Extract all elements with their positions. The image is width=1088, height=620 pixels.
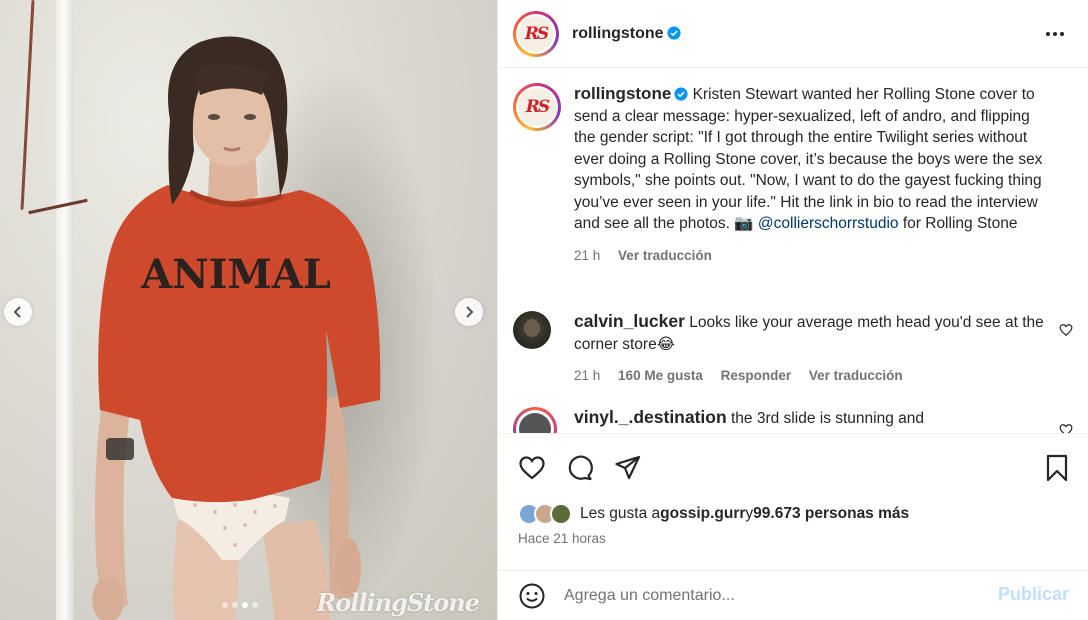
save-bookmark-icon[interactable] bbox=[1045, 454, 1069, 482]
comment-meta: 21 h 160 Me gusta Responder Ver traducci… bbox=[574, 365, 1044, 387]
verified-badge-icon bbox=[667, 25, 681, 40]
likes-count-link[interactable]: 99.673 personas más bbox=[753, 505, 909, 523]
caption-time[interactable]: 21 h bbox=[574, 248, 600, 263]
comment-translate-link[interactable]: Ver traducción bbox=[809, 368, 903, 383]
comment-username[interactable]: vinyl._.destination bbox=[574, 407, 727, 427]
like-heart-icon[interactable] bbox=[518, 454, 546, 482]
emoji-smiley-icon[interactable] bbox=[518, 582, 546, 610]
likes-connector: y bbox=[745, 505, 754, 522]
commenter-avatar[interactable] bbox=[513, 407, 557, 433]
publish-comment-button[interactable]: Publicar bbox=[998, 584, 1069, 605]
carousel-dot-active bbox=[242, 602, 248, 608]
photo-figure: ANIMAL bbox=[92, 36, 381, 620]
likes-prefix: Les gusta a bbox=[580, 505, 661, 522]
chevron-right-icon bbox=[466, 306, 474, 318]
comment-item: calvin_lucker Looks like your average me… bbox=[513, 311, 1044, 387]
rs-logo-icon: RS bbox=[518, 15, 554, 52]
caption-avatar[interactable]: RS bbox=[513, 83, 561, 131]
action-buttons bbox=[518, 454, 642, 482]
liker-avatar bbox=[550, 503, 572, 525]
post-timestamp[interactable]: Hace 21 horas bbox=[518, 531, 606, 546]
verified-badge-icon bbox=[674, 87, 688, 101]
comment-like-heart-icon[interactable] bbox=[1059, 423, 1073, 433]
shirt-print: ANIMAL bbox=[140, 251, 331, 298]
share-paper-plane-icon[interactable] bbox=[614, 454, 642, 482]
likes-first-user[interactable]: gossip.gurr bbox=[660, 505, 745, 523]
likes-summary: Les gusta a gossip.gurr y 99.673 persona… bbox=[518, 503, 909, 525]
comment-body: vinyl._.destination the 3rd slide is stu… bbox=[574, 407, 1044, 433]
post-caption: RS rollingstone Kristen Stewart wanted h… bbox=[513, 83, 1054, 266]
add-comment-bar: Publicar bbox=[498, 570, 1088, 620]
rs-logo-icon: RS bbox=[518, 88, 556, 126]
carousel-next-button[interactable] bbox=[455, 298, 483, 326]
rolling-stone-watermark: RollingStone bbox=[316, 588, 480, 617]
comment-username[interactable]: calvin_lucker bbox=[574, 311, 685, 331]
post-sidebar: RS rollingstone RS rollingstone Kristen … bbox=[497, 0, 1088, 620]
more-options-button[interactable] bbox=[1043, 22, 1067, 46]
chevron-left-icon bbox=[13, 306, 21, 318]
comment-reply-button[interactable]: Responder bbox=[721, 368, 792, 383]
account-avatar[interactable]: RS bbox=[513, 10, 559, 57]
caption-mention-link[interactable]: @collierschorrstudio bbox=[758, 215, 899, 232]
comment-text: the 3rd slide is stunning and bbox=[731, 410, 925, 427]
comment-time[interactable]: 21 h bbox=[574, 368, 600, 383]
comment-item: vinyl._.destination the 3rd slide is stu… bbox=[513, 407, 1044, 433]
post-header: RS rollingstone bbox=[498, 0, 1088, 68]
post-actions: Les gusta a gossip.gurr y 99.673 persona… bbox=[498, 433, 1088, 570]
carousel-dot bbox=[252, 602, 258, 608]
post-photo[interactable]: ANIMAL RollingStone bbox=[0, 0, 497, 620]
comment-body: calvin_lucker Looks like your average me… bbox=[574, 311, 1044, 387]
comment-input[interactable] bbox=[564, 586, 964, 605]
ellipsis-icon bbox=[1046, 32, 1064, 36]
comments-list[interactable]: RS rollingstone Kristen Stewart wanted h… bbox=[498, 69, 1088, 433]
comment-bubble-icon[interactable] bbox=[566, 454, 594, 482]
account-username[interactable]: rollingstone bbox=[572, 25, 681, 43]
caption-text: Kristen Stewart wanted her Rolling Stone… bbox=[574, 86, 1043, 232]
caption-meta: 21 h Ver traducción bbox=[574, 245, 1054, 267]
carousel-prev-button[interactable] bbox=[4, 298, 32, 326]
instagram-post: ANIMAL RollingStone RS rollingstone RS r… bbox=[0, 0, 1088, 620]
liker-avatars[interactable] bbox=[518, 503, 572, 525]
carousel-indicator bbox=[222, 602, 258, 608]
comment-like-heart-icon[interactable] bbox=[1059, 323, 1073, 337]
carousel-dot bbox=[232, 602, 238, 608]
caption-text-end: for Rolling Stone bbox=[898, 215, 1018, 232]
carousel-dot bbox=[222, 602, 228, 608]
commenter-avatar[interactable] bbox=[513, 311, 551, 349]
comment-likes[interactable]: 160 Me gusta bbox=[618, 368, 703, 383]
caption-username[interactable]: rollingstone bbox=[574, 84, 671, 103]
caption-translate-link[interactable]: Ver traducción bbox=[618, 248, 712, 263]
caption-body: rollingstone Kristen Stewart wanted her … bbox=[574, 83, 1054, 266]
